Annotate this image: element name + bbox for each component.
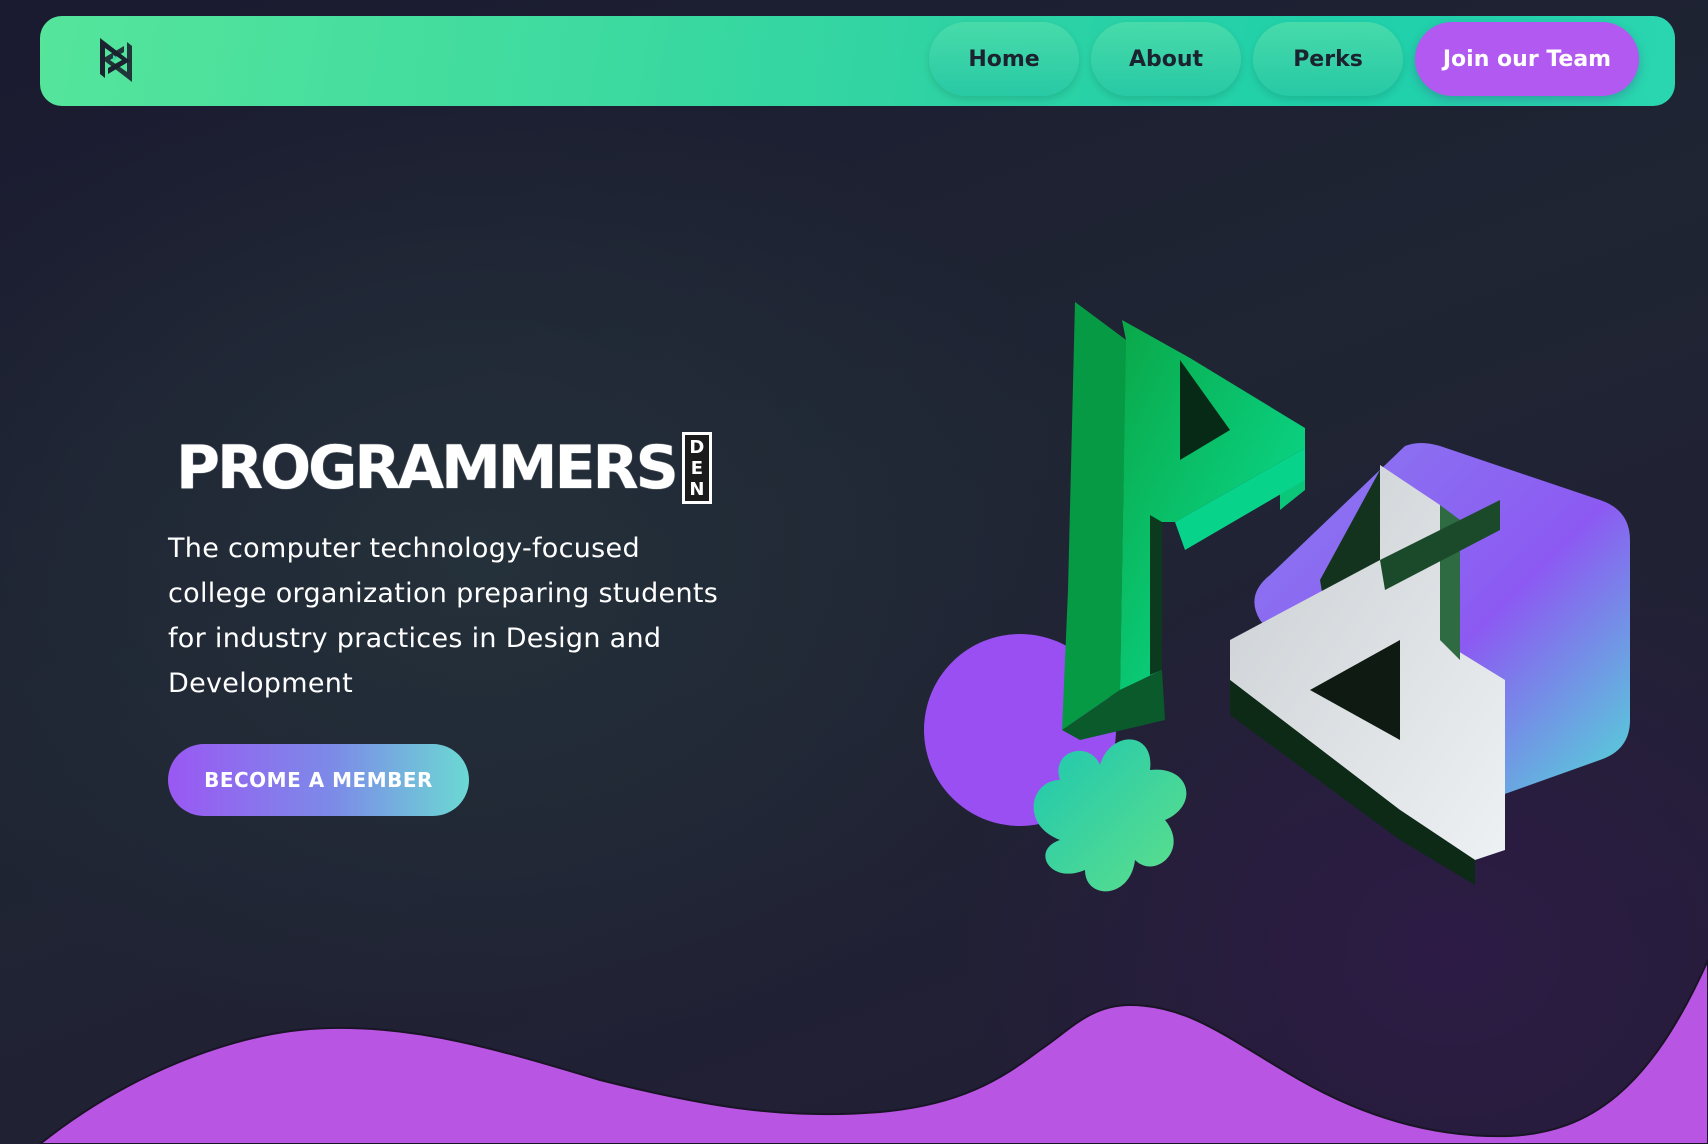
3d-pd-logo-illustration (924, 302, 1630, 892)
hero-tagline: The computer technology-focused college … (168, 526, 728, 706)
silver-d-shape (1230, 465, 1505, 885)
join-team-button[interactable]: Join our Team (1415, 22, 1639, 96)
tagline-line: Development (168, 668, 354, 699)
bottom-wave-shape (38, 959, 1708, 1144)
tagline-line: college organization preparing students (168, 578, 719, 609)
den-letter-n: N (689, 478, 705, 500)
nav-perks-link[interactable]: Perks (1253, 22, 1403, 96)
nav-about-link[interactable]: About (1091, 22, 1241, 96)
become-member-button[interactable]: BECOME A MEMBER (168, 744, 469, 816)
pd-monogram-icon[interactable] (96, 34, 136, 86)
nav-links: Home About Perks Join our Team (929, 22, 1639, 96)
den-badge: D E N (681, 432, 712, 504)
navbar: Home About Perks Join our Team (40, 16, 1675, 106)
wordmark-text: PROGRAMMERS (176, 433, 679, 503)
tagline-line: The computer technology-focused (168, 533, 640, 564)
tagline-line: for industry practices in Design and (168, 623, 662, 654)
den-letter-e: E (690, 457, 704, 479)
brand-wordmark: PROGRAMMERS D E N (176, 432, 712, 504)
den-letter-d: D (689, 436, 705, 458)
nav-home-link[interactable]: Home (929, 22, 1079, 96)
